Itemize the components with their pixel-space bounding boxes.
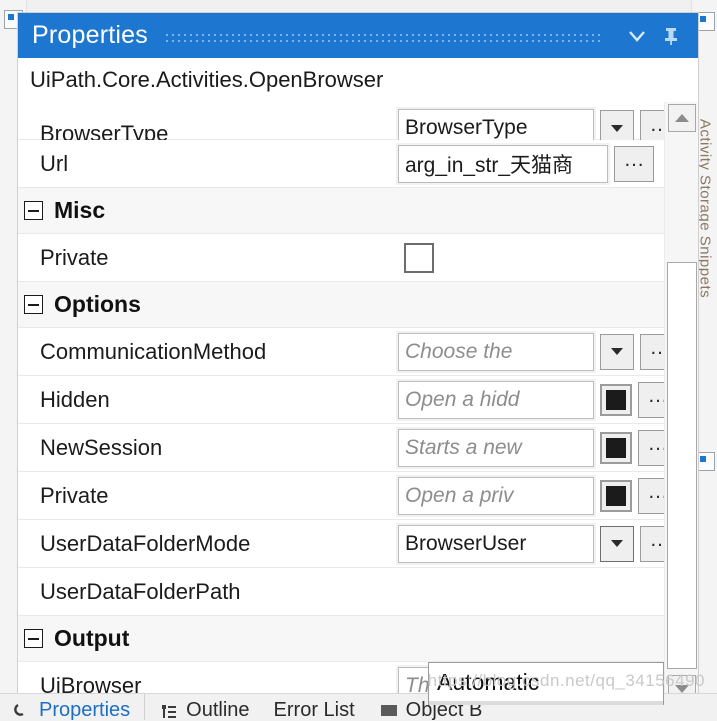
object-browser-icon (379, 701, 399, 721)
table-row[interactable]: Hidden Open a hidd … (18, 376, 664, 424)
chevron-down-icon[interactable] (620, 19, 654, 53)
property-value-cell[interactable]: Open a priv … (398, 476, 664, 515)
ellipsis-button[interactable]: … (638, 429, 664, 466)
minus-box-icon[interactable] (24, 201, 43, 220)
table-row[interactable]: Url arg_in_str_天猫商 … (18, 140, 664, 188)
properties-grid: BrowserType BrowserType … Url arg_in_str… (18, 102, 664, 705)
tab-separator (144, 694, 146, 720)
properties-grid-wrap: BrowserType BrowserType … Url arg_in_str… (18, 102, 698, 705)
section-label: Output (54, 625, 130, 651)
url-field[interactable]: arg_in_str_天猫商 (398, 144, 608, 183)
tab-outline[interactable]: Outline (147, 694, 261, 721)
userdatafoldermode-dropdown-list[interactable]: Automatic DefaultFolder CustomFolder (428, 662, 664, 705)
page-title: Properties (32, 21, 148, 49)
dropdown-option-automatic[interactable]: Automatic (429, 663, 663, 701)
property-value-cell[interactable] (398, 242, 664, 273)
tab-label: Error List (273, 699, 355, 721)
table-row[interactable]: UserDataFolderMode BrowserUser … (18, 520, 664, 568)
triangle-up-icon[interactable] (667, 104, 696, 132)
section-label: Misc (54, 197, 106, 223)
square-toggle-button[interactable] (600, 431, 632, 464)
property-value-cell[interactable]: arg_in_str_天猫商 … (398, 144, 664, 183)
properties-panel: Properties UiPath.Core.Activities.OpenBr… (17, 12, 699, 706)
tab-properties[interactable]: Properties (0, 694, 142, 721)
titlebar-drag-dots[interactable] (163, 29, 604, 42)
table-row[interactable]: UserDataFolderPath (18, 568, 664, 616)
panel-titlebar: Properties (18, 13, 698, 58)
table-row[interactable]: CommunicationMethod Choose the … (18, 328, 664, 376)
properties-scrollbar[interactable] (664, 102, 698, 705)
property-value-cell[interactable]: Starts a new … (398, 428, 664, 467)
tab-error-list[interactable]: Error List (262, 694, 367, 721)
chevron-down-icon[interactable] (600, 333, 634, 370)
outline-icon (159, 701, 179, 721)
property-name: Hidden (40, 386, 110, 412)
properties-icon (12, 701, 32, 721)
section-header-misc[interactable]: Misc (18, 188, 664, 234)
private-option-field[interactable]: Open a priv (398, 476, 594, 515)
property-name: Url (40, 150, 69, 176)
ellipsis-button[interactable]: … (638, 381, 664, 418)
dropdown-option-defaultfolder[interactable]: DefaultFolder (429, 701, 663, 705)
table-row[interactable]: NewSession Starts a new … (18, 424, 664, 472)
square-toggle-button[interactable] (600, 383, 632, 416)
property-name: Private (40, 482, 109, 508)
communicationmethod-field[interactable]: Choose the (398, 332, 594, 371)
ellipsis-button[interactable]: … (640, 333, 664, 370)
property-value-cell[interactable]: BrowserUser … (398, 524, 664, 563)
pushpin-icon[interactable] (654, 19, 688, 53)
property-name: CommunicationMethod (40, 338, 267, 364)
minus-box-icon[interactable] (24, 629, 43, 648)
scrollbar-track[interactable] (666, 132, 697, 675)
newsession-field[interactable]: Starts a new (398, 428, 594, 467)
section-header-output[interactable]: Output (18, 616, 664, 662)
activity-type-label: UiPath.Core.Activities.OpenBrowser (18, 58, 698, 102)
ellipsis-button[interactable]: … (614, 145, 654, 182)
table-row[interactable]: Private (18, 234, 664, 282)
ellipsis-button[interactable]: … (638, 477, 664, 514)
tab-label: Outline (186, 699, 250, 721)
square-toggle-button[interactable] (600, 479, 632, 512)
section-header-options[interactable]: Options (18, 282, 664, 328)
property-value-cell[interactable]: Open a hidd … (398, 380, 664, 419)
property-name: UserDataFolderMode (40, 530, 251, 556)
property-name: Private (40, 244, 109, 270)
property-name: UserDataFolderPath (40, 578, 241, 604)
private-checkbox[interactable] (404, 242, 434, 273)
table-row[interactable]: Private Open a priv … (18, 472, 664, 520)
ellipsis-button[interactable]: … (640, 525, 664, 562)
userdatafoldermode-field[interactable]: BrowserUser (398, 524, 594, 563)
scroll-thumb[interactable] (666, 262, 697, 669)
minus-box-icon[interactable] (24, 295, 43, 314)
property-value-cell[interactable]: Choose the … (398, 332, 664, 371)
property-name: NewSession (40, 434, 163, 460)
hidden-field[interactable]: Open a hidd (398, 380, 594, 419)
section-label: Options (54, 291, 141, 317)
table-row[interactable]: BrowserType BrowserType … (18, 102, 664, 147)
chevron-down-icon[interactable] (600, 525, 634, 562)
tab-label: Properties (39, 699, 131, 721)
